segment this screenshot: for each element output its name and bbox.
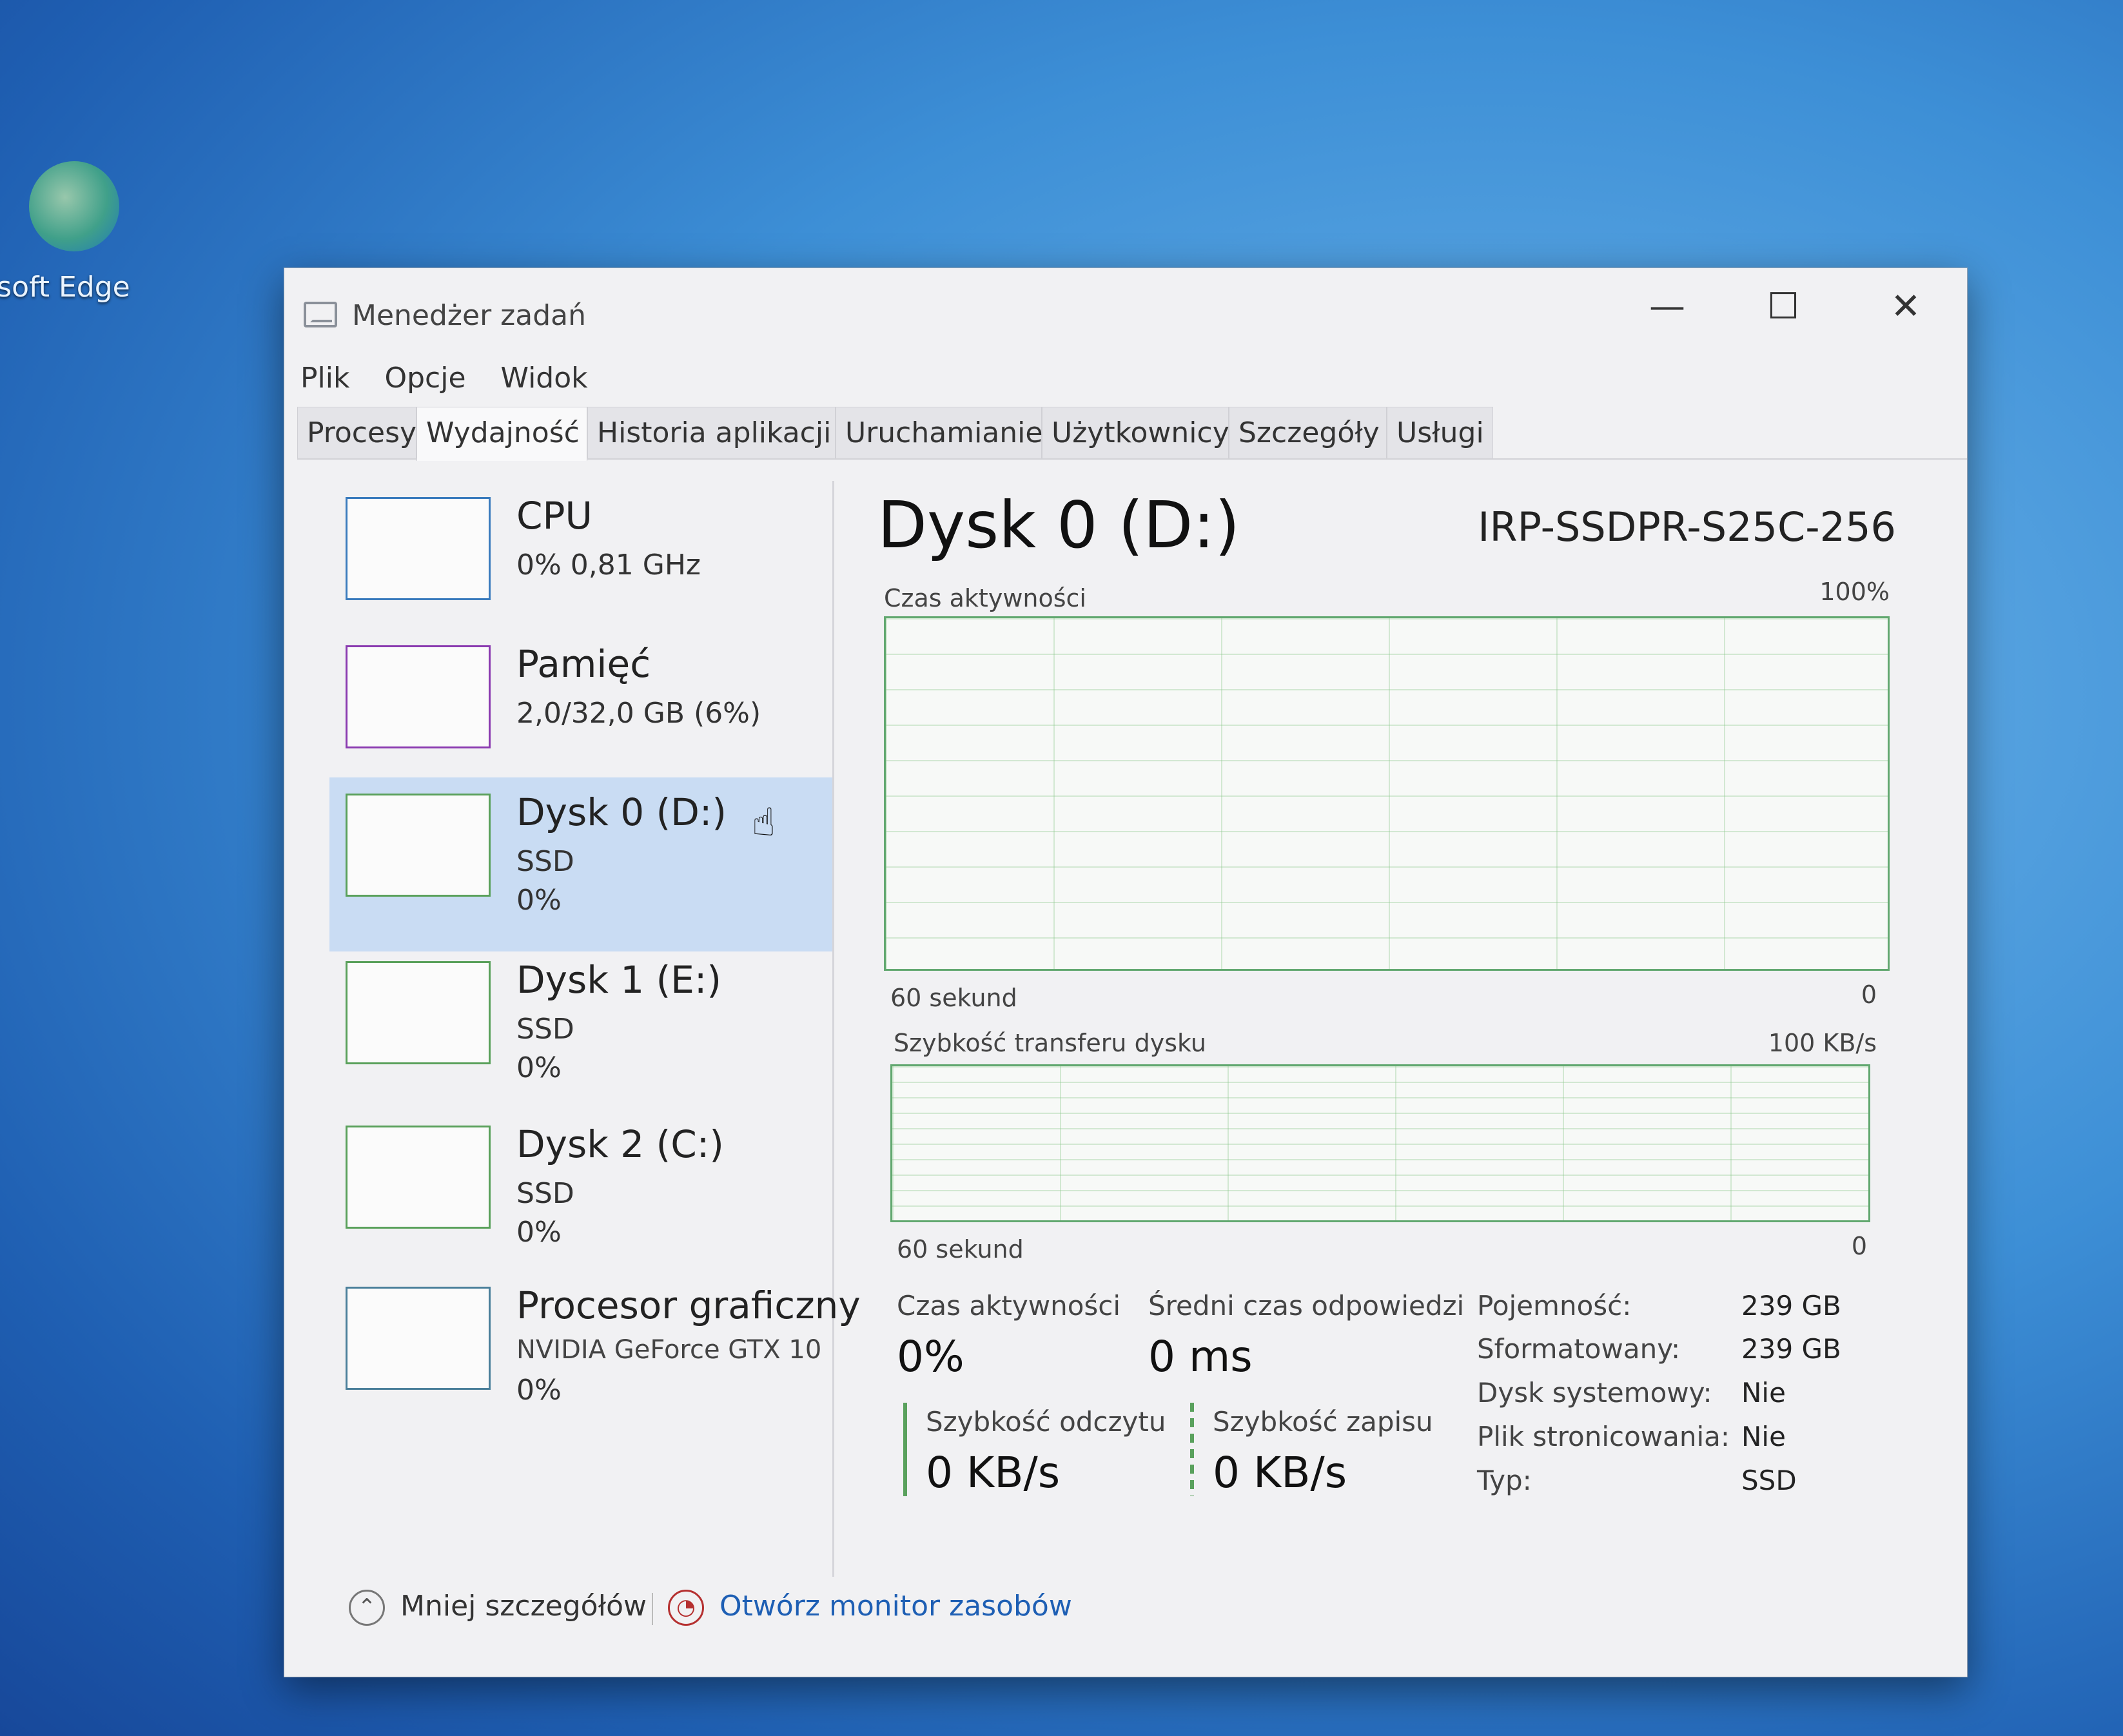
sidebar-item-type: SSD: [516, 1013, 574, 1046]
graph1-time: 60 sekund: [890, 984, 1017, 1012]
prop-capacity-label: Pojemność:: [1477, 1290, 1632, 1322]
prop-page-file-label: Plik stronicowania:: [1477, 1421, 1730, 1452]
graph2-time: 60 sekund: [897, 1235, 1024, 1263]
maximize-button[interactable]: ☐: [1748, 281, 1819, 333]
read-speed-value: 0 KB/s: [926, 1448, 1061, 1497]
sidebar-item-detail: 0% 0,81 GHz: [516, 549, 701, 581]
sidebar-item-type: SSD: [516, 845, 574, 878]
sidebar-item-name: Dysk 1 (E:): [516, 958, 722, 1002]
chevron-up-icon[interactable]: ⌃: [349, 1590, 385, 1626]
sidebar-item-usage: 0%: [516, 884, 562, 917]
resource-monitor-icon[interactable]: ◔: [668, 1590, 704, 1626]
sidebar-item-name: Procesor graficzny: [516, 1283, 861, 1327]
tab-bar: Procesy Wydajność Historia aplikacji Uru…: [297, 407, 1967, 461]
disk-model: IRP-SSDPR-S25C-256: [1478, 503, 1896, 551]
sidebar-item-dysk-2[interactable]: Dysk 2 (C:) SSD 0%: [329, 1109, 832, 1283]
disk-detail-panel: Dysk 0 (D:) IRP-SSDPR-S25C-256 Czas akty…: [877, 487, 1922, 1583]
graph2-min: 0: [1851, 1232, 1867, 1260]
title-bar[interactable]: Menedżer zadań — ☐ ✕: [284, 268, 1967, 332]
active-time-value: 0%: [897, 1332, 964, 1381]
menu-bar: Plik Opcje Widok: [300, 362, 614, 395]
write-speed-value: 0 KB/s: [1213, 1448, 1347, 1497]
sidebar-item-dysk-1[interactable]: Dysk 1 (E:) SSD 0%: [329, 945, 832, 1119]
tab-uruchamianie[interactable]: Uruchamianie: [836, 407, 1042, 458]
response-time-value: 0 ms: [1148, 1332, 1253, 1381]
prop-system-disk-label: Dysk systemowy:: [1477, 1377, 1712, 1409]
sidebar-item-dysk-0[interactable]: Dysk 0 (D:) SSD 0% ☝: [329, 777, 832, 951]
prop-formatted-value: 239 GB: [1741, 1333, 1841, 1365]
gpu-mini-graph: [346, 1287, 491, 1390]
tab-szczegoly[interactable]: Szczegóły: [1229, 407, 1387, 458]
active-time-label: Czas aktywności: [897, 1290, 1121, 1322]
prop-formatted-label: Sformatowany:: [1477, 1333, 1681, 1365]
graph2-label: Szybkość transferu dysku: [894, 1029, 1206, 1057]
menu-plik[interactable]: Plik: [300, 362, 349, 395]
close-button[interactable]: ✕: [1870, 281, 1941, 333]
sidebar-item-name: Dysk 0 (D:): [516, 790, 727, 834]
prop-system-disk-value: Nie: [1741, 1377, 1786, 1409]
tab-procesy[interactable]: Procesy: [297, 407, 416, 458]
minimize-button[interactable]: —: [1632, 281, 1703, 333]
sidebar-item-usage: 0%: [516, 1374, 562, 1407]
less-details-link[interactable]: Mniej szczegółów: [400, 1590, 647, 1623]
performance-sidebar: CPU 0% 0,81 GHz Pamięć 2,0/32,0 GB (6%) …: [329, 481, 861, 1577]
sidebar-item-gpu[interactable]: Procesor graficzny NVIDIA GeForce GTX 10…: [329, 1271, 861, 1445]
sidebar-item-name: Pamięć: [516, 642, 651, 686]
prop-capacity-value: 239 GB: [1741, 1290, 1841, 1322]
prop-type-label: Typ:: [1477, 1465, 1532, 1496]
disk1-mini-graph: [346, 961, 491, 1064]
task-manager-icon: [304, 302, 337, 327]
write-speed-bar: [1190, 1403, 1194, 1496]
transfer-rate-graph: [890, 1064, 1870, 1222]
sidebar-item-name: CPU: [516, 494, 592, 538]
write-speed-label: Szybkość zapisu: [1213, 1406, 1433, 1438]
open-resource-monitor-link[interactable]: Otwórz monitor zasobów: [719, 1590, 1072, 1623]
active-time-graph: [884, 616, 1890, 971]
graph1-min: 0: [1861, 980, 1877, 1009]
sidebar-item-type: SSD: [516, 1177, 574, 1210]
memory-mini-graph: [346, 645, 491, 748]
disk2-mini-graph: [346, 1126, 491, 1229]
prop-page-file-value: Nie: [1741, 1421, 1786, 1452]
task-manager-window: Menedżer zadań — ☐ ✕ Plik Opcje Widok Pr…: [284, 268, 1968, 1677]
graph1-max: 100%: [1819, 578, 1890, 606]
disk0-mini-graph: [346, 794, 491, 897]
tab-uslugi[interactable]: Usługi: [1387, 407, 1493, 458]
desktop-icon-edge[interactable]: osoft Edge: [0, 161, 148, 304]
cpu-mini-graph: [346, 497, 491, 600]
sidebar-item-detail: 2,0/32,0 GB (6%): [516, 697, 761, 730]
graph2-max: 100 KB/s: [1768, 1029, 1877, 1057]
read-speed-bar: [903, 1403, 907, 1496]
response-time-label: Średni czas odpowiedzi: [1148, 1290, 1465, 1322]
footer-bar: ⌃ Mniej szczegółów ◔ Otwórz monitor zaso…: [349, 1583, 1509, 1641]
sidebar-item-usage: 0%: [516, 1216, 562, 1249]
sidebar-item-usage: 0%: [516, 1051, 562, 1084]
window-title: Menedżer zadań: [352, 299, 586, 332]
tab-uzytkownicy[interactable]: Użytkownicy: [1042, 407, 1229, 458]
menu-widok[interactable]: Widok: [501, 362, 588, 395]
footer-divider: [652, 1593, 653, 1625]
desktop-icon-label: osoft Edge: [0, 271, 130, 304]
menu-opcje[interactable]: Opcje: [384, 362, 465, 395]
tab-wydajnosc[interactable]: Wydajność: [416, 407, 587, 461]
graph1-label: Czas aktywności: [884, 584, 1086, 612]
read-speed-label: Szybkość odczytu: [926, 1406, 1166, 1438]
hand-cursor-icon: ☝: [752, 800, 776, 845]
edge-logo-icon: [29, 161, 119, 251]
sidebar-item-name: Dysk 2 (C:): [516, 1122, 724, 1166]
prop-type-value: SSD: [1741, 1465, 1797, 1496]
disk-title: Dysk 0 (D:): [877, 487, 1240, 563]
tab-historia-aplikacji[interactable]: Historia aplikacji: [587, 407, 836, 458]
sidebar-item-gpu-model: NVIDIA GeForce GTX 10: [516, 1335, 822, 1365]
